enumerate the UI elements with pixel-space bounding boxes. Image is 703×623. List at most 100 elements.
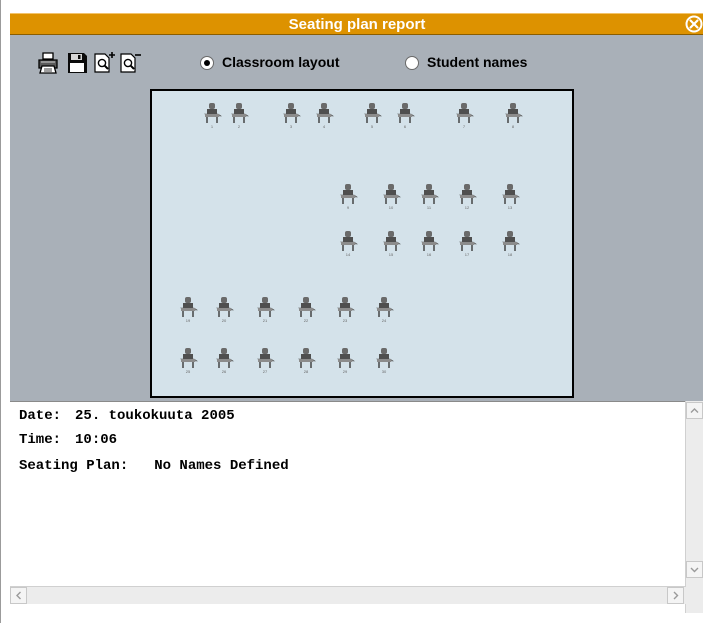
seat-number: 3 [289,124,293,129]
seat-number: 19 [185,318,191,323]
seat-29[interactable]: 29 [335,346,355,374]
student-names-radio[interactable] [405,56,419,70]
student-desk-icon [364,103,382,123]
student-desk-icon [459,231,477,251]
student-desk-icon [180,348,198,368]
seat-number: 24 [381,318,387,323]
seat-number: 2 [237,124,241,129]
seat-28[interactable]: 28 [296,346,316,374]
seat-21[interactable]: 21 [255,295,275,323]
student-desk-icon [340,184,358,204]
seat-number: 26 [221,369,227,374]
student-desk-icon [257,348,275,368]
seat-4[interactable]: 4 [314,101,334,129]
zoom-out-button[interactable] [118,51,142,75]
student-desk-icon [502,184,520,204]
seat-number: 6 [403,124,407,129]
student-names-label[interactable]: Student names [427,54,527,71]
seat-17[interactable]: 17 [457,229,477,257]
scroll-down-button[interactable] [686,561,703,578]
seat-number: 20 [221,318,227,323]
student-desk-icon [337,348,355,368]
seat-2[interactable]: 2 [229,101,249,129]
seat-number: 13 [507,205,513,210]
seat-9[interactable]: 9 [338,182,358,210]
report-window: Seating plan report Classroom layout Stu… [0,0,703,623]
seat-3[interactable]: 3 [281,101,301,129]
horizontal-scrollbar[interactable] [10,586,686,604]
seat-10[interactable]: 10 [381,182,401,210]
classroom-layout-label[interactable]: Classroom layout [222,54,339,71]
student-desk-icon [421,231,439,251]
window-bottom-edge [1,615,703,623]
student-desk-icon [216,348,234,368]
student-desk-icon [502,231,520,251]
seat-number: 12 [464,205,470,210]
seat-13[interactable]: 13 [500,182,520,210]
seat-number: 29 [342,369,348,374]
seat-1[interactable]: 1 [202,101,222,129]
chevron-right-icon [673,591,679,600]
student-desk-icon [376,348,394,368]
vertical-scrollbar[interactable] [685,401,703,613]
student-desk-icon [376,297,394,317]
seat-number: 1 [210,124,214,129]
save-button[interactable] [65,51,89,75]
seat-number: 17 [464,252,470,257]
scroll-up-button[interactable] [686,402,703,419]
student-desk-icon [383,184,401,204]
seat-18[interactable]: 18 [500,229,520,257]
student-desk-icon [456,103,474,123]
print-button[interactable] [36,51,60,75]
seat-number: 8 [511,124,515,129]
title-bar[interactable]: Seating plan report [10,13,703,35]
seat-7[interactable]: 7 [454,101,474,129]
student-desk-icon [298,348,316,368]
seat-25[interactable]: 25 [178,346,198,374]
time-label: Time: [19,432,62,448]
close-icon[interactable] [685,15,703,33]
seat-number: 30 [381,369,387,374]
seat-27[interactable]: 27 [255,346,275,374]
seat-16[interactable]: 16 [419,229,439,257]
floppy-disk-icon [68,53,87,73]
seat-number: 9 [346,205,350,210]
scroll-right-button[interactable] [667,587,684,604]
seat-number: 10 [388,205,394,210]
seat-19[interactable]: 19 [178,295,198,323]
seat-14[interactable]: 14 [338,229,358,257]
seat-6[interactable]: 6 [395,101,415,129]
seat-number: 22 [303,318,309,323]
classroom-layout-canvas: 1 2 3 4 5 6 7 8 9 10 11 12 13 14 15 16 17 18 19 20 21 22 23 24 2… [150,89,574,398]
seat-12[interactable]: 12 [457,182,477,210]
classroom-layout-radio[interactable] [200,56,214,70]
seat-5[interactable]: 5 [362,101,382,129]
window-title: Seating plan report [288,16,426,33]
report-text-area[interactable]: Date: 25. toukokuuta 2005 Time: 10:06 Seat… [10,401,703,614]
seat-number: 7 [462,124,466,129]
seat-22[interactable]: 22 [296,295,316,323]
seat-15[interactable]: 15 [381,229,401,257]
seat-number: 27 [262,369,268,374]
student-desk-icon [180,297,198,317]
date-label: Date: [19,408,62,424]
seat-26[interactable]: 26 [214,346,234,374]
scroll-left-button[interactable] [10,587,27,604]
seat-number: 16 [426,252,432,257]
seat-11[interactable]: 11 [419,182,439,210]
student-desk-icon [204,103,222,123]
student-desk-icon [257,297,275,317]
seat-30[interactable]: 30 [374,346,394,374]
seat-24[interactable]: 24 [374,295,394,323]
seat-23[interactable]: 23 [335,295,355,323]
seat-20[interactable]: 20 [214,295,234,323]
zoom-in-button[interactable] [92,51,116,75]
seat-number: 28 [303,369,309,374]
seat-number: 18 [507,252,513,257]
seat-8[interactable]: 8 [503,101,523,129]
zoom-in-icon [94,52,115,73]
time-row: Time: 10:06 [19,431,117,449]
seat-number: 15 [388,252,394,257]
student-desk-icon [340,231,358,251]
student-desk-icon [316,103,334,123]
